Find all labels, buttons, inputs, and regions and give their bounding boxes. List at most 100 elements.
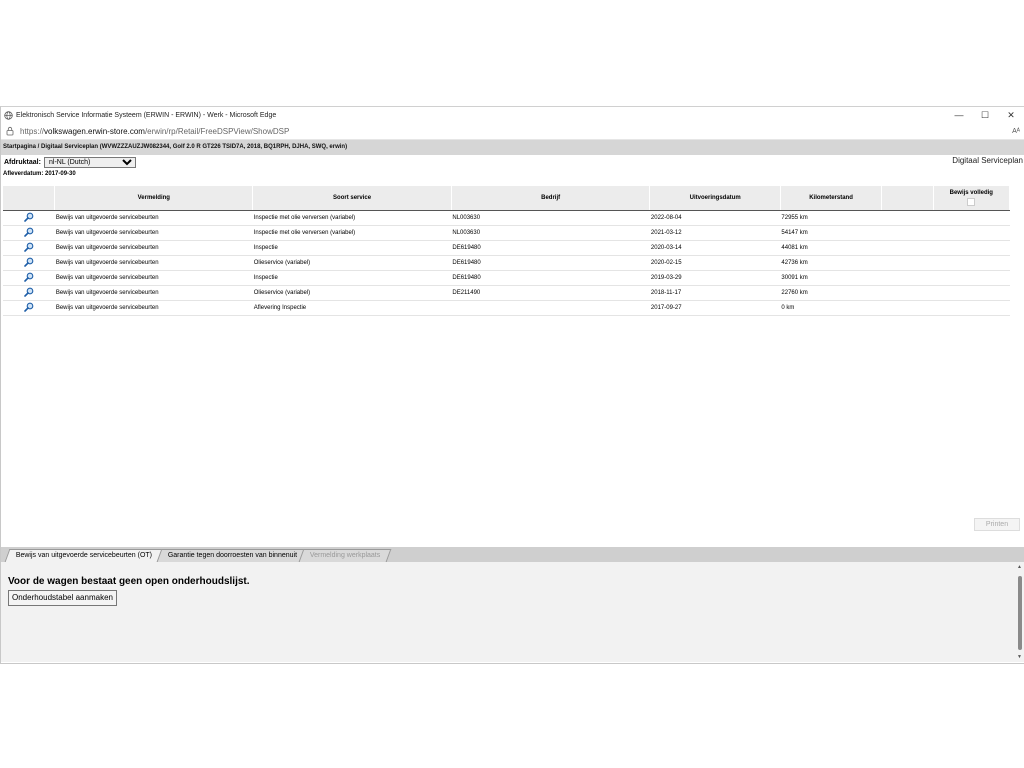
header-icon-col — [3, 186, 56, 211]
cell-soort-service: Aflevering Inspectie — [252, 300, 452, 316]
cell-vermelding: Bewijs van uitgevoerde servicebeurten — [54, 210, 253, 226]
row-detail-cell[interactable] — [3, 300, 55, 316]
cell-empty — [881, 240, 934, 256]
cell-empty — [881, 225, 934, 241]
table-header-row: Vermelding Soort service Bedrijf Uitvoer… — [3, 186, 1011, 211]
cell-kilometerstand: 72955 km — [780, 210, 882, 226]
tab-strip: Bewijs van uitgevoerde servicebeurten (O… — [1, 547, 1024, 562]
create-maintenance-table-button[interactable]: Onderhoudstabel aanmaken — [8, 590, 117, 606]
header-bewijs-volledig: Bewijs volledig — [933, 186, 1011, 211]
minimize-button[interactable]: — — [946, 110, 972, 120]
tab-proof-of-service[interactable]: Bewijs van uitgevoerde servicebeurten (O… — [4, 549, 164, 562]
cell-uitvoeringsdatum: 2020-02-15 — [649, 255, 781, 271]
magnifier-icon[interactable] — [24, 287, 34, 297]
magnifier-icon[interactable] — [24, 212, 34, 222]
title-bar: Elektronisch Service Informatie Systeem … — [1, 107, 1024, 123]
table-row[interactable]: Bewijs van uitgevoerde servicebeurten Ins… — [3, 210, 1010, 226]
cell-soort-service: Inspectie met olie verversen (variabel) — [252, 210, 452, 226]
globe-icon — [4, 110, 13, 120]
cell-kilometerstand: 30091 km — [780, 270, 882, 286]
cell-empty — [881, 300, 934, 316]
tab-workshop-note: Vermelding werkplaats — [298, 549, 392, 562]
browser-window: Elektronisch Service Informatie Systeem … — [0, 106, 1024, 664]
cell-uitvoeringsdatum: 2018-11-17 — [649, 285, 781, 301]
cell-empty — [881, 285, 934, 301]
header-kilometerstand[interactable]: Kilometerstand — [780, 186, 883, 211]
table-row[interactable]: Bewijs van uitgevoerde servicebeurten Ins… — [3, 225, 1010, 241]
cell-vermelding: Bewijs van uitgevoerde servicebeurten — [54, 300, 253, 316]
cell-bewijs-volledig — [933, 270, 1010, 286]
print-button[interactable]: Printen — [974, 518, 1020, 531]
row-detail-cell[interactable] — [3, 285, 55, 301]
print-language-label: Afdruktaal: — [4, 159, 41, 166]
cell-uitvoeringsdatum: 2022-08-04 — [649, 210, 781, 226]
print-language-select[interactable]: nl-NL (Dutch) — [44, 157, 136, 168]
cell-empty — [881, 270, 934, 286]
cell-soort-service: Inspectie — [252, 240, 452, 256]
scroll-thumb[interactable] — [1018, 576, 1022, 650]
table-row[interactable]: Bewijs van uitgevoerde servicebeurten Oli… — [3, 255, 1010, 271]
bewijs-volledig-label: Bewijs volledig — [949, 190, 993, 196]
cell-vermelding: Bewijs van uitgevoerde servicebeurten — [54, 225, 253, 241]
magnifier-icon[interactable] — [24, 242, 34, 252]
cell-soort-service: Olieservice (variabel) — [252, 285, 452, 301]
cell-kilometerstand: 44081 km — [780, 240, 882, 256]
language-row: Afdruktaal: nl-NL (Dutch) Digitaal Servi… — [1, 155, 1024, 170]
tab-rust-warranty[interactable]: Garantie tegen doorroesten van binnenuit — [156, 549, 309, 562]
cell-vermelding: Bewijs van uitgevoerde servicebeurten — [54, 240, 253, 256]
cell-bedrijf: NL003630 — [451, 210, 650, 226]
scroll-up-icon[interactable]: ▲ — [1017, 564, 1022, 570]
cell-bedrijf: DE619480 — [451, 270, 650, 286]
address-bar[interactable]: https://volkswagen.erwin-store.com/erwin… — [1, 123, 1024, 140]
cell-kilometerstand: 22760 km — [780, 285, 882, 301]
table-row[interactable]: Bewijs van uitgevoerde servicebeurten Afl… — [3, 300, 1010, 316]
scroll-down-icon[interactable]: ▼ — [1017, 654, 1022, 660]
url-host: volkswagen.erwin-store.com — [44, 126, 145, 136]
breadcrumb: Startpagina / Digitaal Serviceplan (WVWZ… — [1, 140, 1024, 155]
lock-icon — [6, 126, 14, 136]
header-vermelding[interactable]: Vermelding — [54, 186, 254, 211]
cell-soort-service: Inspectie — [252, 270, 452, 286]
magnifier-icon[interactable] — [24, 257, 34, 267]
cell-vermelding: Bewijs van uitgevoerde servicebeurten — [54, 285, 253, 301]
header-bedrijf[interactable]: Bedrijf — [451, 186, 651, 211]
table-row[interactable]: Bewijs van uitgevoerde servicebeurten Oli… — [3, 285, 1010, 301]
window-title: Elektronisch Service Informatie Systeem … — [16, 111, 277, 119]
vertical-scrollbar[interactable]: ▲ ▼ — [1016, 562, 1024, 662]
maximize-button[interactable]: ☐ — [972, 110, 998, 121]
header-empty — [881, 186, 934, 211]
magnifier-icon[interactable] — [24, 302, 34, 312]
cell-bewijs-volledig — [933, 285, 1010, 301]
close-button[interactable]: ✕ — [998, 110, 1024, 121]
table-row[interactable]: Bewijs van uitgevoerde servicebeurten Ins… — [3, 270, 1010, 286]
cell-bedrijf: DE619480 — [451, 240, 650, 256]
row-detail-cell[interactable] — [3, 255, 55, 271]
magnifier-icon[interactable] — [24, 227, 34, 237]
cell-uitvoeringsdatum: 2019-03-29 — [649, 270, 781, 286]
delivery-date: Afleverdatum: 2017-09-30 — [3, 171, 76, 177]
tab-label: Bewijs van uitgevoerde servicebeurten (O… — [15, 552, 152, 559]
table-row[interactable]: Bewijs van uitgevoerde servicebeurten Ins… — [3, 240, 1010, 256]
row-detail-cell[interactable] — [3, 240, 55, 256]
cell-bewijs-volledig — [933, 225, 1010, 241]
cell-bedrijf: DE619480 — [451, 255, 650, 271]
cell-bewijs-volledig — [933, 300, 1010, 316]
row-detail-cell[interactable] — [3, 210, 55, 226]
header-uitvoeringsdatum[interactable]: Uitvoeringsdatum — [649, 186, 781, 211]
read-aloud-icon[interactable]: Aᴬ — [1008, 128, 1024, 135]
select-all-checkbox[interactable] — [967, 198, 976, 206]
cell-uitvoeringsdatum: 2017-09-27 — [649, 300, 781, 316]
row-detail-cell[interactable] — [3, 225, 55, 241]
cell-uitvoeringsdatum: 2021-03-12 — [649, 225, 781, 241]
magnifier-icon[interactable] — [24, 272, 34, 282]
cell-soort-service: Inspectie met olie verversen (variabel) — [252, 225, 452, 241]
cell-bedrijf — [451, 300, 650, 316]
no-maintenance-message: Voor de wagen bestaat geen open onderhou… — [8, 576, 250, 587]
tab-label: Garantie tegen doorroesten van binnenuit — [167, 552, 298, 559]
header-soort-service[interactable]: Soort service — [252, 186, 452, 211]
service-table: Vermelding Soort service Bedrijf Uitvoer… — [3, 186, 1011, 316]
row-detail-cell[interactable] — [3, 270, 55, 286]
maintenance-panel: Voor de wagen bestaat geen open onderhou… — [1, 562, 1016, 662]
cell-bewijs-volledig — [933, 240, 1010, 256]
url-text[interactable]: https://volkswagen.erwin-store.com/erwin… — [20, 127, 1008, 136]
